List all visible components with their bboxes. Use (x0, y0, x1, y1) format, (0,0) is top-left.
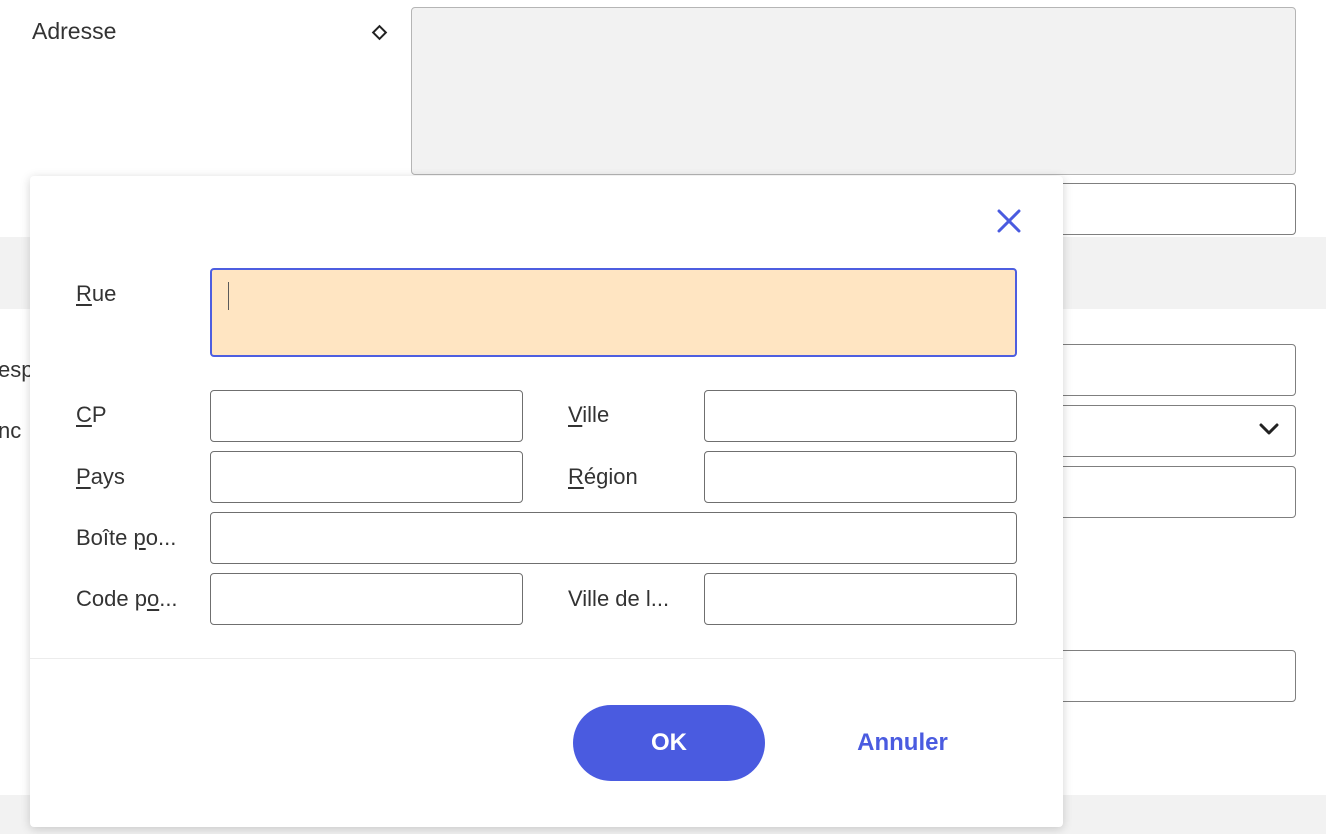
background-input-4[interactable] (1050, 650, 1296, 702)
background-input-1[interactable] (1050, 183, 1296, 235)
street-label: Rue (76, 281, 117, 306)
address-label: Adresse (32, 18, 117, 44)
region-input[interactable] (704, 451, 1017, 503)
zip-input[interactable] (210, 390, 523, 442)
text-cursor (228, 282, 229, 310)
background-input-2[interactable] (1050, 344, 1296, 396)
cancel-button[interactable]: Annuler (830, 705, 975, 781)
close-icon (996, 208, 1022, 239)
city-input[interactable] (704, 390, 1017, 442)
po-box-label: Boîte po... (76, 525, 177, 550)
background-input-3[interactable] (1050, 466, 1296, 518)
country-input[interactable] (210, 451, 523, 503)
partial-label-1: esp (0, 357, 30, 382)
partial-label-2: nc (0, 418, 22, 443)
region-label: Région (568, 464, 638, 489)
po-box-city-input[interactable] (704, 573, 1017, 625)
close-button[interactable] (990, 204, 1028, 242)
zip-label: CP (76, 402, 107, 427)
street-input[interactable] (210, 268, 1017, 357)
ok-button[interactable]: OK (573, 705, 765, 781)
country-label: Pays (76, 464, 125, 489)
dialog-footer-divider (30, 658, 1063, 659)
postal-code-label: Code po... (76, 586, 178, 611)
background-select[interactable] (1050, 405, 1296, 457)
city-label: Ville (568, 402, 610, 427)
postal-code-input[interactable] (210, 573, 523, 625)
address-dialog: Rue CP Ville Pays Région Boîte po... Cod… (30, 176, 1063, 827)
po-box-input[interactable] (210, 512, 1017, 564)
address-textarea[interactable] (411, 7, 1296, 175)
chevron-down-icon (1259, 422, 1279, 436)
diamond-icon (371, 24, 388, 41)
po-box-city-label: Ville de l... (568, 586, 670, 611)
